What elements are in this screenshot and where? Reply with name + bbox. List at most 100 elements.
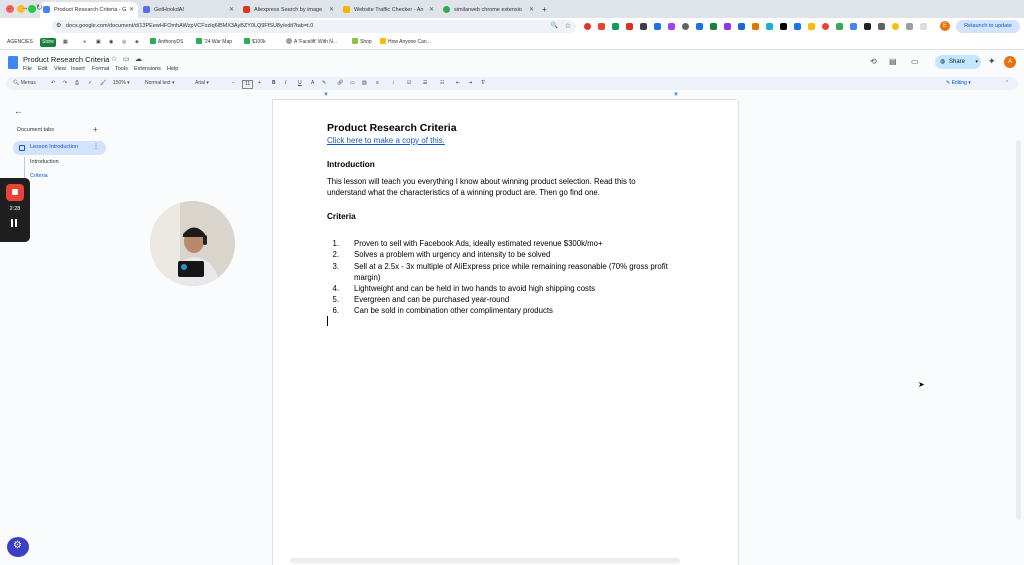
extension-icon-15[interactable] — [780, 23, 787, 30]
forward-icon[interactable]: → — [21, 3, 29, 12]
extension-icon-18[interactable] — [822, 23, 829, 30]
extension-icon-21[interactable] — [864, 23, 871, 30]
floating-settings-button[interactable]: ⚙ — [7, 537, 29, 557]
highlight-icon[interactable]: ✎ — [322, 79, 326, 88]
share-button[interactable]: ◍ Share ▾ — [935, 55, 981, 69]
collapse-toolbar-icon[interactable]: ⌃ — [1005, 79, 1009, 88]
browser-tab-traffic[interactable]: Website Traffic Checker - An ✕ — [340, 2, 438, 18]
bulleted-list-icon[interactable]: ☰ — [423, 79, 427, 88]
bookmark-icon-a[interactable]: ● — [83, 38, 86, 47]
pause-icon[interactable] — [10, 219, 20, 229]
font-size-increase-icon[interactable]: + — [258, 79, 261, 88]
ruler[interactable] — [272, 92, 737, 100]
indent-decrease-icon[interactable]: ⇤ — [456, 79, 460, 88]
style-select[interactable]: Normal text ▾ — [145, 79, 174, 88]
add-tab-button[interactable]: + — [93, 125, 98, 134]
zoom-icon[interactable]: 🔍 — [551, 20, 558, 33]
address-bar[interactable]: ⚙ docs.google.com/document/d/13PEewHFOmh… — [52, 20, 576, 33]
extension-icon-14[interactable] — [766, 23, 773, 30]
checklist-icon[interactable]: ☑ — [407, 79, 411, 88]
cloud-saved-icon[interactable]: ☁ — [135, 55, 142, 63]
docs-logo-icon[interactable] — [8, 56, 18, 69]
numbered-list-icon[interactable]: ☷ — [440, 79, 444, 88]
extension-icon-10[interactable] — [710, 23, 717, 30]
menu-help[interactable]: Help — [167, 66, 178, 72]
menu-tools[interactable]: Tools — [115, 66, 128, 72]
reload-icon[interactable]: ↻ — [36, 3, 43, 12]
outline-item-introduction[interactable]: Introduction — [30, 159, 59, 165]
indent-increase-icon[interactable]: ⇥ — [468, 79, 472, 88]
close-tabs-panel-icon[interactable]: ← — [14, 106, 23, 116]
comments-icon[interactable]: ▤ — [889, 57, 897, 66]
close-tab-icon[interactable]: ✕ — [229, 2, 234, 18]
bookmark-anthonyds[interactable]: AnthonyDS — [150, 38, 183, 47]
menu-edit[interactable]: Edit — [38, 66, 47, 72]
bookmark-agencies[interactable]: AGENCIES — [7, 38, 33, 47]
gemini-sparkle-icon[interactable]: ✦ — [988, 56, 996, 67]
menu-insert[interactable]: Insert — [71, 66, 85, 72]
menu-extensions[interactable]: Extensions — [134, 66, 161, 72]
bookmark-how-anyone[interactable]: How Anyone Can... — [380, 38, 431, 47]
close-tab-icon[interactable]: ✕ — [529, 2, 534, 18]
profile-avatar[interactable]: E — [940, 21, 950, 31]
extension-icon-7[interactable] — [668, 23, 675, 30]
outline-item-criteria[interactable]: Criteria — [30, 173, 48, 179]
relaunch-to-update-button[interactable]: Relaunch to update — [956, 20, 1020, 33]
bookmark-icon-c[interactable]: ◉ — [109, 38, 113, 47]
extension-icon-12[interactable] — [738, 23, 745, 30]
extension-icon-4[interactable] — [626, 23, 633, 30]
bold-icon[interactable]: B — [272, 79, 276, 88]
search-menus[interactable]: 🔍︎ Menus — [13, 79, 36, 88]
font-select[interactable]: Arial ▾ — [195, 79, 209, 88]
bookmark-war-map[interactable]: '24 War Map — [196, 38, 232, 47]
side-panel-icon[interactable] — [920, 23, 927, 30]
line-spacing-icon[interactable]: ↕ — [392, 79, 395, 88]
document-title[interactable]: Product Research Criteria — [23, 55, 109, 64]
meet-icon[interactable]: ▭ — [911, 57, 919, 66]
vertical-scrollbar[interactable] — [1016, 140, 1021, 520]
puzzle-extensions-icon[interactable] — [906, 23, 913, 30]
align-icon[interactable]: ≡ — [376, 79, 379, 88]
star-icon[interactable]: ☆ — [111, 55, 117, 63]
bookmark-icon-e[interactable]: ◈ — [135, 38, 139, 47]
extension-icon-5[interactable] — [640, 23, 647, 30]
chevron-down-icon[interactable]: ▾ — [975, 55, 978, 69]
menu-view[interactable]: View — [54, 66, 66, 72]
undo-icon[interactable]: ↶ — [51, 79, 55, 88]
editing-mode-select[interactable]: ✎ Editing ▾ — [946, 79, 971, 88]
stop-recording-button[interactable] — [6, 184, 24, 201]
bookmark-store[interactable]: Store — [40, 38, 56, 47]
extension-icon-17[interactable] — [808, 23, 815, 30]
document-page[interactable] — [272, 100, 739, 565]
webcam-bubble[interactable] — [150, 201, 235, 286]
redo-icon[interactable]: ↷ — [63, 79, 67, 88]
extension-icon-16[interactable] — [794, 23, 801, 30]
right-indent-marker-icon[interactable]: ▼ — [673, 92, 679, 98]
extension-icon-8[interactable] — [682, 23, 689, 30]
close-tab-icon[interactable]: ✕ — [429, 2, 434, 18]
extension-icon-13[interactable] — [752, 23, 759, 30]
zoom-select[interactable]: 150% ▾ — [113, 79, 130, 88]
site-info-icon[interactable]: ⚙ — [56, 20, 61, 33]
font-size-input[interactable]: 11 — [242, 80, 254, 89]
maximize-window-icon[interactable] — [28, 5, 36, 13]
close-tab-icon[interactable]: ✕ — [329, 2, 334, 18]
extension-icon-11[interactable] — [724, 23, 731, 30]
menu-file[interactable]: File — [23, 66, 32, 72]
clear-formatting-icon[interactable]: T̸ — [481, 79, 484, 88]
browser-tab-docs[interactable]: Product Research Criteria - G ✕ — [40, 2, 138, 18]
account-avatar[interactable]: A — [1004, 56, 1016, 68]
bookmark-grid-icon[interactable]: ▦ — [63, 38, 68, 47]
browser-tab-similarweb[interactable]: similarweb chrome extensio ✕ — [440, 2, 538, 18]
text-color-icon[interactable]: A — [311, 79, 314, 88]
link-icon[interactable]: 🔗︎ — [337, 79, 343, 88]
extension-icon-9[interactable] — [696, 23, 703, 30]
font-size-decrease-icon[interactable]: − — [232, 79, 235, 88]
indent-marker-icon[interactable]: ▼ — [323, 92, 329, 98]
extension-icon-19[interactable] — [836, 23, 843, 30]
browser-tab-gethookd[interactable]: GetHookdAI ✕ — [140, 2, 238, 18]
browser-tab-aliexpress[interactable]: Aliexpress Search by image ✕ — [240, 2, 338, 18]
bookmark-100k[interactable]: $100k — [244, 38, 266, 47]
image-icon[interactable]: ▨ — [362, 79, 367, 88]
print-icon[interactable]: ⎙ — [75, 79, 79, 88]
